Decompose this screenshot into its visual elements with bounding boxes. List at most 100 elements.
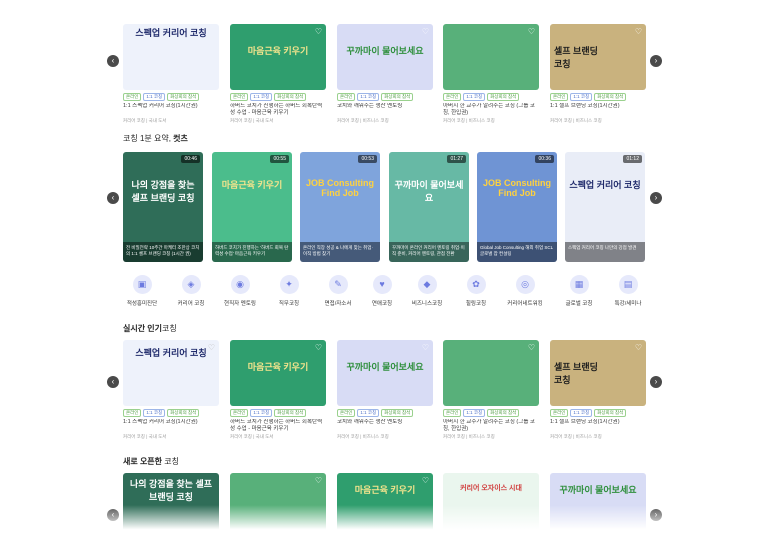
course-card[interactable]: ♡ 마음근육 키우기 온라인 1:1 코칭 화상회의 참석 하버드 코치가 진행… — [230, 24, 326, 124]
badge: 온라인 — [550, 93, 569, 101]
course-thumbnail: ♡ — [443, 24, 539, 90]
category-item[interactable]: ✿ 힐링코칭 — [449, 275, 503, 307]
course-card[interactable]: ♡ 온라인 1:1 코칭 화상회의 참석 아버지 한 교수가 알려주는 코칭 (… — [443, 24, 539, 124]
category-item[interactable]: ▦ 글로벌 코칭 — [552, 275, 606, 307]
category-icon: ◉ — [230, 275, 250, 294]
short-video-card[interactable]: 00:53 JOB Consulting Find Job 온라인 직장 성공 … — [300, 152, 380, 262]
short-headline: JOB Consulting Find Job — [306, 178, 374, 198]
course-card[interactable]: ♡ 셀프 브랜딩 코칭 온라인 1:1 코칭 화상회의 참석 1:1 셀프 브랜… — [550, 24, 646, 124]
short-video-card[interactable]: 00:46 나의 강점을 찾는 셀프 브랜딩 코칭 전 비밀전략 10주간 마케… — [123, 152, 203, 262]
course-card[interactable]: ♡ 꾸까마이 물어보세요 온라인 1:1 코칭 화상회의 참석 코치와 깨워주는… — [337, 24, 433, 124]
short-caption: 전 비밀전략 10주간 마케터 조한상 코치의 1:1 셀프 브랜딩 코칭 (1… — [123, 242, 203, 262]
category-item[interactable]: ◎ 커리어네트워킹 — [498, 275, 552, 307]
heart-icon[interactable]: ♡ — [635, 27, 642, 36]
section-title-bold: 실시간 인기 — [123, 324, 163, 333]
badge: 화상회의 참석 — [381, 409, 414, 417]
short-video-card[interactable]: 01:27 꾸까마이 물어보세요 꾸까마이 온라인 커리어 멘토링 취업·이직 … — [389, 152, 469, 262]
badge: 온라인 — [337, 409, 356, 417]
course-meta: 커리어 코칭 | 비즈니스 코칭 — [337, 434, 389, 439]
shorts-prev-button[interactable]: ‹ — [107, 192, 119, 204]
thumbnail-text: 셀프 브랜딩 코칭 — [554, 46, 598, 69]
heart-icon[interactable]: ♡ — [315, 476, 322, 485]
badge: 1:1 코칭 — [357, 93, 380, 101]
category-icon: ▤ — [618, 275, 638, 294]
badge: 1:1 코칭 — [570, 93, 593, 101]
course-title: 하버드 코치가 진행하는 하버드 회복탄력성 수업 - 마음근육 키우기 — [230, 103, 323, 116]
category-label: 현직자 멘토링 — [224, 301, 256, 307]
course-thumbnail: ♡ 셀프 브랜딩 코칭 — [550, 24, 646, 90]
thumbnail-text: 스펙업 커리어 코칭 — [135, 348, 207, 358]
video-duration: 00:53 — [358, 155, 377, 163]
category-item[interactable]: ◉ 현직자 멘토링 — [213, 275, 267, 307]
carousel-next-button[interactable]: › — [650, 55, 662, 67]
badge: 화상회의 참석 — [274, 93, 307, 101]
course-title: 1:1 스펙업 커리어 코칭(1시간권) — [123, 419, 198, 425]
heart-icon[interactable]: ♡ — [422, 27, 429, 36]
shorts-next-button[interactable]: › — [650, 192, 662, 204]
category-icon: ✎ — [328, 275, 348, 294]
section-title-text: 코칭 — [162, 324, 177, 333]
popular-next-button[interactable]: › — [650, 376, 662, 388]
thumbnail-text: 스펙업 커리어 코칭 — [135, 28, 207, 38]
course-card[interactable]: 스펙업 커리어 코칭 온라인 1:1 코칭 화상회의 참석 1:1 스펙업 커리… — [123, 24, 219, 124]
section-title-text: 코칭 1분 요약, — [123, 134, 174, 143]
heart-icon[interactable]: ♡ — [528, 27, 535, 36]
course-thumbnail: ♡ 꾸까마이 물어보세요 — [337, 24, 433, 90]
short-caption: Global Job Consulting 해외 취업 SCL 글로벌 잡 컨설… — [477, 242, 557, 262]
course-meta: 커리어 코칭 | 비즈니스 코칭 — [443, 118, 495, 123]
course-thumbnail: ♡ 셀프 브랜딩 코칭 — [550, 340, 646, 406]
thumbnail-text: 커리어 오자이스 시대 — [460, 485, 522, 492]
course-card[interactable]: ♡ 마음근육 키우기 온라인 1:1 코칭 화상회의 참석 하버드 코치가 진행… — [230, 340, 326, 440]
heart-icon[interactable]: ♡ — [422, 343, 429, 352]
badge: 1:1 코칭 — [143, 93, 166, 101]
badge: 온라인 — [123, 93, 142, 101]
course-meta: 커리어 코칭 | 국내 도서 — [230, 118, 274, 123]
section-title-bold: 컷츠 — [173, 134, 188, 143]
short-headline: JOB Consulting Find Job — [483, 178, 551, 198]
badge: 1:1 코칭 — [463, 93, 486, 101]
thumbnail-text: 꾸까마이 물어보세요 — [559, 485, 637, 495]
badge: 온라인 — [230, 93, 249, 101]
category-item[interactable]: ◈ 커리어 코칭 — [164, 275, 218, 307]
badge: 온라인 — [443, 93, 462, 101]
short-headline: 꾸까마이 물어보세요 — [394, 180, 464, 203]
category-item[interactable]: ▣ 적성흥미진단 — [115, 275, 169, 307]
badge: 1:1 코칭 — [357, 409, 380, 417]
badge: 온라인 — [550, 409, 569, 417]
course-thumbnail: ♡ 마음근육 키우기 — [230, 24, 326, 90]
category-item[interactable]: ✦ 직무코칭 — [262, 275, 316, 307]
short-headline: 나의 강점을 찾는 셀프 브랜딩 코칭 — [131, 180, 195, 203]
video-duration: 01:27 — [447, 155, 466, 163]
course-card[interactable]: ♡ 셀프 브랜딩 코칭 온라인 1:1 코칭 화상회의 참석 1:1 셀프 브랜… — [550, 340, 646, 440]
course-thumbnail: 스펙업 커리어 코칭 — [123, 24, 219, 90]
heart-icon[interactable]: ♡ — [528, 343, 535, 352]
section-title-popular: 실시간 인기코칭 — [123, 323, 177, 334]
category-item[interactable]: ▤ 특강/세미나 — [601, 275, 655, 307]
carousel-prev-button[interactable]: ‹ — [107, 55, 119, 67]
category-item[interactable]: ◆ 비즈니스코칭 — [400, 275, 454, 307]
short-video-card[interactable]: 01:12 스펙업 커리어 코칭 스펙업 커리어 코칭 나만의 강점 발견 — [565, 152, 645, 262]
badge: 화상회의 참석 — [167, 409, 200, 417]
course-card[interactable]: ♡ 온라인 1:1 코칭 화상회의 참석 아버지 한 교수가 알려주는 코칭 (… — [443, 340, 539, 440]
heart-icon[interactable]: ♡ — [315, 343, 322, 352]
course-card[interactable]: ♡ 스펙업 커리어 코칭 온라인 1:1 코칭 화상회의 참석 1:1 스펙업 … — [123, 340, 219, 440]
course-card[interactable]: ♡ 꾸까마이 물어보세요 온라인 1:1 코칭 화상회의 참석 코치와 깨워주는… — [337, 340, 433, 440]
video-duration: 00:46 — [181, 155, 200, 163]
popular-prev-button[interactable]: ‹ — [107, 376, 119, 388]
short-headline: 스펙업 커리어 코칭 — [569, 180, 641, 190]
thumbnail-text: 나의 강점을 찾는 셀프 브랜딩 코칭 — [129, 479, 213, 502]
heart-icon[interactable]: ♡ — [315, 27, 322, 36]
course-thumbnail: ♡ 스펙업 커리어 코칭 — [123, 340, 219, 406]
course-title: 코치와 깨워주는 생산 멘토링 — [337, 419, 403, 425]
category-label: 직무코칭 — [278, 301, 300, 307]
course-meta: 커리어 코칭 | 국내 도서 — [123, 434, 167, 439]
category-icon: ✦ — [279, 275, 299, 294]
category-icon: ◈ — [181, 275, 201, 294]
section-title-new: 새로 오픈한 코칭 — [123, 456, 179, 467]
category-label: 비즈니스코칭 — [411, 301, 443, 307]
short-caption: 하버드 코치가 진행하는 '하버드 회복 탄력성 수업' 마음근육 키우기 — [212, 242, 292, 262]
short-video-card[interactable]: 00:36 JOB Consulting Find Job Global Job… — [477, 152, 557, 262]
short-video-card[interactable]: 00:55 마음근육 키우기 하버드 코치가 진행하는 '하버드 회복 탄력성 … — [212, 152, 292, 262]
course-title: 하버드 코치가 진행하는 하버드 회복탄력성 수업 - 마음근육 키우기 — [230, 419, 323, 432]
heart-icon[interactable]: ♡ — [635, 343, 642, 352]
